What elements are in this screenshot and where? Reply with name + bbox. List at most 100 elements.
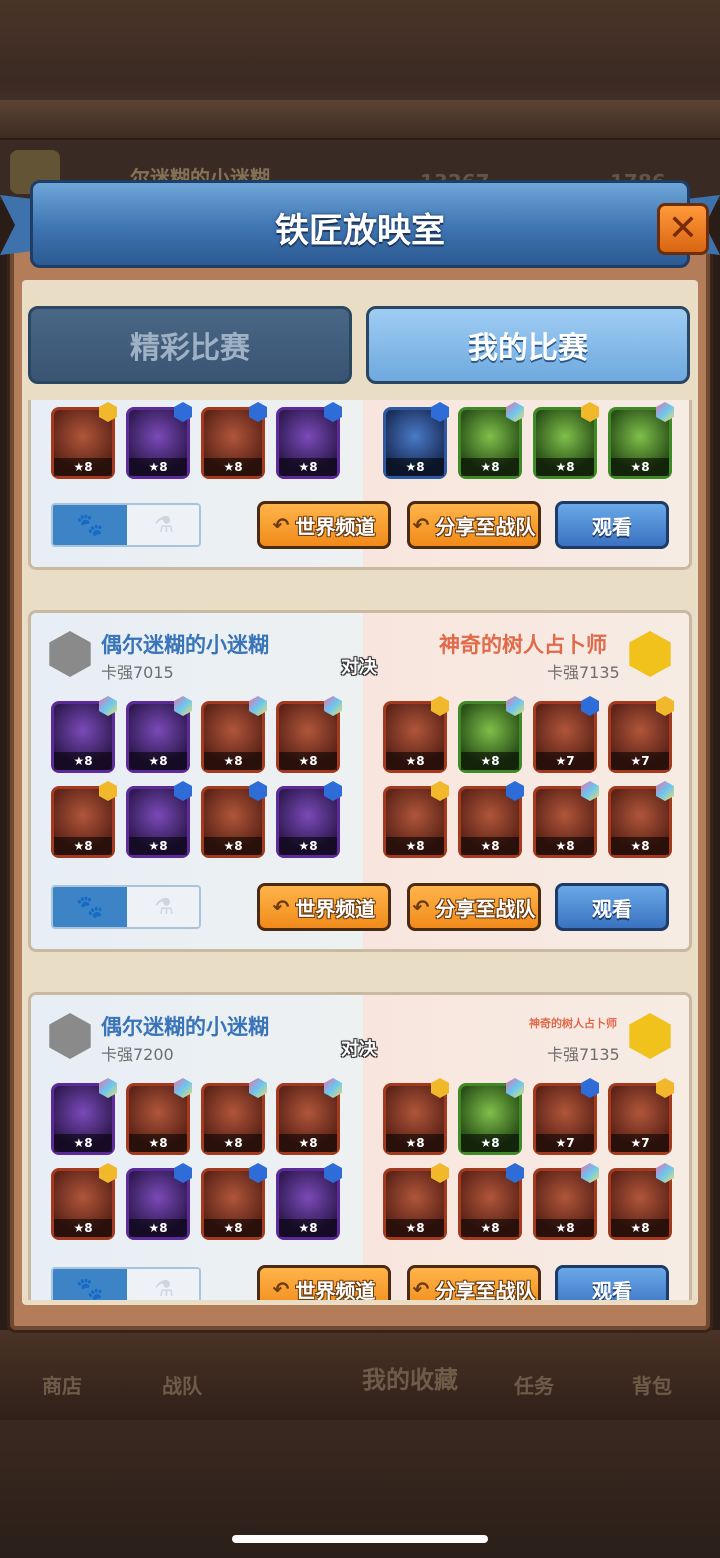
hero-card[interactable]: ★8 <box>201 402 267 479</box>
nav-quests[interactable]: 任务 <box>514 1370 554 1399</box>
hero-card[interactable]: ★8 <box>533 402 599 479</box>
hero-card[interactable]: ★8 <box>51 696 117 773</box>
world-channel-label: 世界频道 <box>295 514 376 539</box>
nav-backpack[interactable]: 背包 <box>632 1370 672 1399</box>
hero-card[interactable]: ★8 <box>51 1163 117 1240</box>
hero-card[interactable]: ★8 <box>608 402 674 479</box>
hero-star-level: ★8 <box>129 1134 187 1152</box>
paw-icon[interactable]: 🐾 <box>53 1269 127 1300</box>
hero-card[interactable]: ★8 <box>458 696 524 773</box>
hero-star-level: ★8 <box>386 837 444 855</box>
watch-button[interactable]: 观看 <box>555 501 669 549</box>
hero-star-level: ★7 <box>536 752 594 770</box>
hero-star-level: ★8 <box>204 1219 262 1237</box>
hero-card[interactable]: ★7 <box>608 696 674 773</box>
nav-collection[interactable]: 我的收藏 <box>362 1360 458 1395</box>
potion-icon[interactable]: ⚗ <box>127 1269 199 1300</box>
hero-star-level: ★8 <box>129 837 187 855</box>
hero-card[interactable]: ★8 <box>51 402 117 479</box>
tab-highlights[interactable]: 精彩比赛 <box>28 306 352 384</box>
hero-star-level: ★8 <box>386 458 444 476</box>
hero-star-level: ★8 <box>204 837 262 855</box>
hero-card[interactable]: ★8 <box>51 1078 117 1155</box>
share-arrow-icon: ↶ <box>272 513 290 537</box>
share-to-team-button[interactable]: ↶ 分享至战队 <box>407 1265 541 1300</box>
hero-card[interactable]: ★8 <box>383 1163 449 1240</box>
share-to-team-button[interactable]: ↶ 分享至战队 <box>407 883 541 931</box>
hero-star-level: ★8 <box>536 458 594 476</box>
hero-card[interactable]: ★8 <box>458 402 524 479</box>
watch-button[interactable]: 观看 <box>555 883 669 931</box>
opponent-card-power: 卡强7135 <box>547 663 620 682</box>
hero-card[interactable]: ★8 <box>201 696 267 773</box>
hero-star-level: ★8 <box>204 752 262 770</box>
hero-card[interactable]: ★7 <box>533 1078 599 1155</box>
hero-star-level: ★8 <box>386 1219 444 1237</box>
hero-card[interactable]: ★8 <box>458 781 524 858</box>
hero-card[interactable]: ★8 <box>383 696 449 773</box>
paw-icon[interactable]: 🐾 <box>53 505 127 545</box>
replay-mode-toggle[interactable]: 🐾 ⚗ <box>51 503 201 547</box>
close-button[interactable]: ✕ <box>657 203 709 255</box>
hero-card[interactable]: ★8 <box>458 1163 524 1240</box>
match-card: 偶尔迷糊的小迷糊 卡强7200 对决 神奇的树人占卜师 卡强7135 ★8 ★8 ★… <box>28 992 692 1300</box>
hero-star-level: ★8 <box>54 837 112 855</box>
replay-mode-toggle[interactable]: 🐾 ⚗ <box>51 885 201 929</box>
world-channel-button[interactable]: ↶ 世界频道 <box>257 883 391 931</box>
watch-button[interactable]: 观看 <box>555 1265 669 1300</box>
hero-card[interactable]: ★8 <box>533 781 599 858</box>
hero-card[interactable]: ★8 <box>383 1078 449 1155</box>
hero-star-level: ★8 <box>279 1219 337 1237</box>
hero-card[interactable]: ★8 <box>533 1163 599 1240</box>
tab-my-matches[interactable]: 我的比赛 <box>366 306 690 384</box>
nav-team[interactable]: 战队 <box>162 1370 202 1399</box>
share-to-team-button[interactable]: ↶ 分享至战队 <box>407 501 541 549</box>
world-channel-label: 世界频道 <box>295 896 376 921</box>
hero-card[interactable]: ★8 <box>608 781 674 858</box>
hero-star-level: ★8 <box>129 458 187 476</box>
hero-card[interactable]: ★8 <box>276 1078 342 1155</box>
hero-star-level: ★8 <box>611 1219 669 1237</box>
hero-star-level: ★8 <box>386 752 444 770</box>
hero-card[interactable]: ★8 <box>126 696 192 773</box>
hero-card[interactable]: ★8 <box>276 781 342 858</box>
hero-card[interactable]: ★7 <box>608 1078 674 1155</box>
hero-star-level: ★8 <box>611 458 669 476</box>
hero-card[interactable]: ★8 <box>383 402 449 479</box>
hero-card[interactable]: ★8 <box>201 1078 267 1155</box>
hero-star-level: ★8 <box>279 1134 337 1152</box>
world-channel-button[interactable]: ↶ 世界频道 <box>257 1265 391 1300</box>
world-channel-label: 世界频道 <box>295 1278 376 1301</box>
close-icon: ✕ <box>667 208 699 249</box>
replay-mode-toggle[interactable]: 🐾 ⚗ <box>51 1267 201 1300</box>
hero-card[interactable]: ★8 <box>126 1163 192 1240</box>
potion-icon[interactable]: ⚗ <box>127 505 199 545</box>
hero-card[interactable]: ★8 <box>126 1078 192 1155</box>
share-arrow-icon: ↶ <box>272 1277 290 1300</box>
hero-card[interactable]: ★8 <box>201 1163 267 1240</box>
home-indicator[interactable] <box>232 1535 488 1543</box>
hero-card[interactable]: ★8 <box>201 781 267 858</box>
hero-star-level: ★8 <box>279 458 337 476</box>
hero-card[interactable]: ★8 <box>383 781 449 858</box>
hero-card[interactable]: ★7 <box>533 696 599 773</box>
hero-card[interactable]: ★8 <box>608 1163 674 1240</box>
hero-card[interactable]: ★8 <box>276 1163 342 1240</box>
paw-icon[interactable]: 🐾 <box>53 887 127 927</box>
opponent-card-power: 卡强7135 <box>547 1045 620 1064</box>
hero-card[interactable]: ★8 <box>458 1078 524 1155</box>
nav-shop[interactable]: 商店 <box>42 1370 82 1399</box>
world-channel-button[interactable]: ↶ 世界频道 <box>257 501 391 549</box>
potion-icon[interactable]: ⚗ <box>127 887 199 927</box>
hero-card[interactable]: ★8 <box>276 696 342 773</box>
hero-star-level: ★8 <box>129 752 187 770</box>
hero-card[interactable]: ★8 <box>126 781 192 858</box>
hero-card[interactable]: ★8 <box>126 402 192 479</box>
hero-star-level: ★8 <box>536 1219 594 1237</box>
hero-star-level: ★8 <box>129 1219 187 1237</box>
hero-star-level: ★8 <box>461 1219 519 1237</box>
hero-card[interactable]: ★8 <box>276 402 342 479</box>
match-list[interactable]: ★8 ★8 ★8 ★8 ★8 ★8 ★8 ★8 🐾 ⚗ ↶ 世界频道 ↶ 分享至战队 观看 偶尔迷糊的小… <box>22 400 698 1300</box>
hero-star-level: ★8 <box>611 837 669 855</box>
hero-card[interactable]: ★8 <box>51 781 117 858</box>
